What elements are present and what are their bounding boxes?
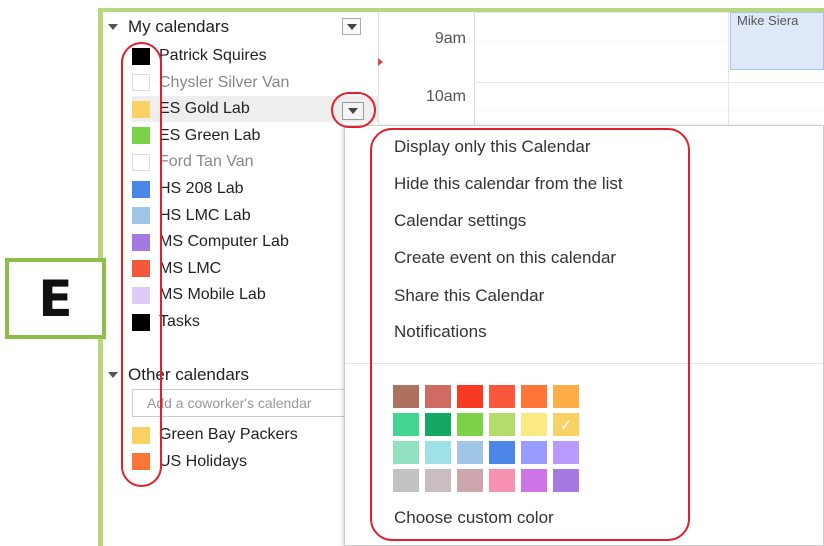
calendar-event[interactable]: Mike Siera <box>730 12 824 70</box>
calendar-item-label: Tasks <box>159 313 200 330</box>
half-hour-line <box>475 110 824 111</box>
step-label: E <box>38 269 73 328</box>
annotation-circle-menu <box>370 128 690 541</box>
chevron-down-icon <box>346 23 357 30</box>
calendar-item-label: MS Computer Lab <box>159 233 289 251</box>
my-calendars-dropdown-button[interactable] <box>342 18 361 35</box>
collapse-triangle-icon <box>108 372 118 378</box>
calendar-item-label: Ford Tan Van <box>159 153 254 171</box>
calendar-item-label: ES Green Lab <box>159 126 261 144</box>
annotation-circle-swatches <box>121 42 162 487</box>
event-title: Mike Siera <box>737 13 799 28</box>
my-calendars-header[interactable]: My calendars <box>108 17 229 37</box>
calendar-item-label: MS Mobile Lab <box>159 286 266 304</box>
calendar-item-label: ES Gold Lab <box>159 100 250 118</box>
current-time-marker <box>378 58 383 66</box>
calendar-item-label: MS LMC <box>159 259 222 277</box>
calendar-item-label: Green Bay Packers <box>159 426 298 443</box>
annotation-circle-dropdown <box>331 92 376 128</box>
collapse-triangle-icon <box>108 24 118 30</box>
time-label-10am: 10am <box>425 88 466 105</box>
calendar-item-label: US Holidays <box>159 452 248 470</box>
my-calendars-label: My calendars <box>128 17 230 36</box>
calendar-item-label: Patrick Squires <box>159 47 267 64</box>
step-label-box: E <box>5 258 106 339</box>
hour-line <box>475 82 824 83</box>
calendar-item-label: HS 208 Lab <box>159 180 244 197</box>
time-label-9am: 9am <box>434 30 466 47</box>
add-coworker-calendar-input[interactable]: Add a coworker's calendar <box>132 389 347 417</box>
calendar-item-label: HS LMC Lab <box>159 206 251 224</box>
calendar-item-label: Chysler Silver Van <box>159 73 290 91</box>
